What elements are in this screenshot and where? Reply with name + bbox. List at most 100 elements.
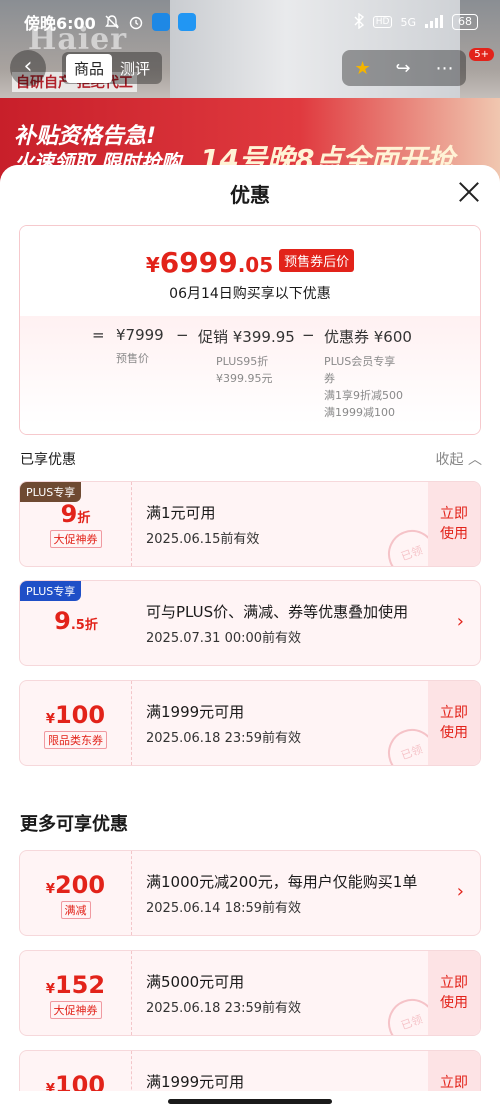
use-now-label-1: 立即 — [440, 705, 468, 721]
product-nav-bar: ‹ 商品 测评 ★ ↪ ⋯ 5+ — [0, 48, 500, 86]
coupon-amount: 优惠券 ¥600 — [324, 328, 412, 346]
use-now-label-2: 使用 — [440, 995, 468, 1011]
coupon-info: 满1000元减200元，每用户仅能购买1单 2025.06.14 18:59前有… — [146, 871, 417, 916]
product-tabs: 商品 测评 — [62, 52, 163, 84]
status-bar: 傍晚6:00 HD 5G 68 — [0, 0, 500, 44]
coupon-type-label: 限品类东券 — [44, 731, 107, 749]
coupon-amount-value: 152 — [54, 971, 106, 999]
use-now-label-1: 立即 — [440, 506, 468, 522]
coupon-condition: 满1000元减200元，每用户仅能购买1单 — [146, 873, 418, 891]
coupon-tag: PLUS专享 — [20, 482, 82, 502]
currency-symbol: ¥ — [45, 982, 55, 997]
app-notification-icon — [151, 13, 170, 31]
use-now-button[interactable]: 立即 使用 — [428, 951, 480, 1035]
coupon-discount-value: 9 — [54, 607, 71, 635]
coupon-info: 满1999元可用 2025.06.18 23:59前有效 — [146, 701, 301, 746]
coupon-expiry: 2025.06.18 23:59前有效 — [146, 731, 302, 746]
bluetooth-icon — [353, 12, 365, 32]
back-button[interactable]: ‹ — [10, 50, 46, 86]
coupon-card[interactable]: PLUS专享 9.5折 可与PLUS价、满减、券等优惠叠加使用 2025.07.… — [19, 580, 481, 666]
presale-price: ¥7999 — [116, 326, 164, 344]
purchase-date-note: 06月14日购买享以下优惠 — [169, 286, 331, 302]
coupon-amount-value: 200 — [54, 871, 106, 899]
network-label: 5G — [400, 15, 416, 29]
battery-indicator: 68 — [452, 14, 478, 30]
coupon-value: ¥200 满减 — [20, 851, 132, 935]
chevron-up-icon: ︿ — [468, 452, 482, 468]
promotion-amount: 促销 ¥399.95 — [198, 328, 295, 346]
use-now-label-2: 使用 — [440, 526, 468, 542]
coupon-info: 满1元可用 2025.06.15前有效 — [146, 502, 259, 547]
coupon-condition: 可与PLUS价、满减、券等优惠叠加使用 — [146, 603, 409, 621]
coupon-note-1: PLUS会员专享 — [324, 355, 396, 368]
coupon-card[interactable]: PLUS专享 9折 大促神券 满1元可用 2025.06.15前有效 已领 立即… — [19, 481, 481, 567]
chevron-right-icon[interactable]: › — [457, 611, 464, 632]
collapse-button[interactable]: 收起 ︿ — [436, 449, 482, 469]
coupon-tag: PLUS专享 — [20, 581, 82, 601]
coupon-info: 可与PLUS价、满减、券等优惠叠加使用 2025.07.31 00:00前有效 — [146, 601, 408, 646]
coupon-type-label: 满减 — [60, 901, 91, 919]
coupon-discount: 9折 — [20, 500, 131, 528]
price-summary-card: ¥ 6999 .05 预售券后价 06月14日购买享以下优惠 = ¥7999 预… — [19, 225, 481, 435]
coupon-info: 满1999元可用 — [146, 1071, 244, 1092]
coupon-amount: ¥200 — [20, 871, 131, 899]
price-symbol: ¥ — [145, 253, 160, 277]
coupon-expiry: 2025.06.18 23:59前有效 — [146, 1001, 302, 1016]
coupon-condition: 满1999元可用 — [146, 703, 245, 721]
coupon-discount-unit: .5折 — [70, 618, 98, 633]
coupon-expiry: 2025.07.31 00:00前有效 — [146, 631, 302, 646]
minus-sign: − — [302, 326, 315, 344]
coupon-condition: 满1999元可用 — [146, 1073, 245, 1091]
message-notification-icon — [177, 13, 196, 31]
coupon-condition: 满5000元可用 — [146, 973, 245, 991]
home-indicator-bar[interactable] — [168, 1099, 332, 1104]
enjoyed-title: 已享优惠 — [20, 452, 76, 468]
currency-symbol: ¥ — [45, 882, 55, 897]
discount-sheet: 优惠 ¥ 6999 .05 预售券后价 06月14日购买享以下优惠 = ¥799… — [0, 165, 500, 1111]
collapse-label: 收起 — [435, 452, 464, 468]
coupon-expiry: 2025.06.14 18:59前有效 — [146, 901, 302, 916]
coupon-card[interactable]: ¥152 大促神券 满5000元可用 2025.06.18 23:59前有效 已… — [19, 950, 481, 1036]
coupon-item: 优惠券 ¥600 PLUS会员专享 券 满1享9折减500 满1999减100 — [324, 326, 412, 421]
use-now-label-1: 立即 — [440, 975, 468, 991]
signal-icon — [424, 14, 444, 31]
share-icon[interactable]: ↪ — [396, 58, 411, 79]
message-badge: 5+ — [469, 48, 494, 61]
promotion-note-2: ¥399.95元 — [216, 372, 273, 385]
favorite-star-icon[interactable]: ★ — [354, 58, 370, 79]
coupon-amount: ¥152 — [20, 971, 131, 999]
minus-sign: − — [176, 326, 189, 344]
tab-review[interactable]: 测评 — [112, 54, 158, 83]
promotion-note-1: PLUS95折 — [216, 355, 269, 368]
final-price-integer: 6999 — [159, 246, 238, 279]
use-now-button[interactable]: 立即 使用 — [428, 482, 480, 566]
hd-icon: HD — [372, 16, 393, 28]
coupon-expiry: 2025.06.15前有效 — [146, 532, 260, 547]
enjoyed-section-header: 已享优惠 收起 ︿ — [20, 449, 482, 469]
tab-product[interactable]: 商品 — [66, 53, 113, 83]
coupon-value: PLUS专享 9.5折 — [20, 581, 132, 665]
use-now-button[interactable]: 立即 使用 — [428, 681, 480, 765]
coupon-condition: 满1元可用 — [146, 504, 216, 522]
more-icon[interactable]: ⋯ — [436, 58, 454, 79]
price-tag: 预售券后价 — [279, 249, 355, 272]
coupon-value: PLUS专享 9折 大促神券 — [20, 482, 132, 566]
equals-sign: = — [92, 326, 105, 344]
coupon-discount: 9.5折 — [20, 607, 132, 635]
coupon-card[interactable]: ¥200 满减 满1000元减200元，每用户仅能购买1单 2025.06.14… — [19, 850, 481, 936]
coupon-discount-value: 9 — [60, 500, 78, 528]
presale-price-item: ¥7999 预售价 — [116, 326, 164, 367]
chevron-right-icon[interactable]: › — [457, 881, 464, 902]
close-icon[interactable] — [456, 179, 482, 205]
final-price-block: ¥ 6999 .05 预售券后价 06月14日购买享以下优惠 — [20, 226, 480, 316]
currency-symbol: ¥ — [45, 712, 55, 727]
coupon-type-label: 大促神券 — [49, 1001, 102, 1019]
coupon-card[interactable]: ¥100 限品类东券 满1999元可用 2025.06.18 23:59前有效 … — [19, 680, 481, 766]
presale-price-label: 预售价 — [116, 352, 149, 365]
bell-off-icon — [104, 14, 122, 30]
coupon-note-2: 券 — [324, 372, 335, 385]
coupon-discount-unit: 折 — [77, 511, 91, 526]
coupon-note-4: 满1999减100 — [324, 406, 395, 419]
status-right: HD 5G 68 — [353, 12, 478, 32]
coupon-type-label: 大促神券 — [49, 530, 102, 548]
